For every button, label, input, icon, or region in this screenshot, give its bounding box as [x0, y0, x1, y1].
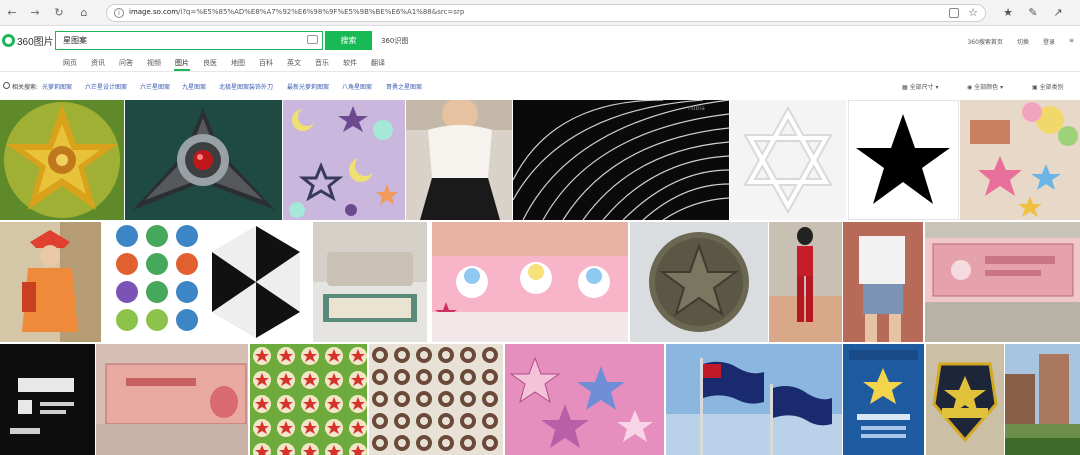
thumbnail[interactable] — [313, 222, 427, 342]
home-icon[interactable]: ⌂ — [76, 5, 92, 21]
logo[interactable]: 360图片 — [2, 33, 54, 48]
related-link[interactable]: 九星图案 — [182, 82, 206, 91]
active-tab-indicator — [174, 69, 190, 71]
image-search-link[interactable]: 360识图 — [381, 36, 408, 46]
related-link[interactable]: 最新光萝莉图案 — [287, 82, 329, 91]
info-icon[interactable]: i — [114, 8, 124, 18]
related-label: 相关搜索: — [12, 84, 39, 91]
thumbnail[interactable] — [0, 344, 95, 455]
thumbnail[interactable] — [960, 100, 1080, 220]
forward-icon[interactable]: → — [27, 5, 43, 21]
thumbnail[interactable] — [925, 222, 1080, 342]
home-link[interactable]: 360搜索首页 — [967, 37, 1002, 46]
thumbnail[interactable] — [201, 222, 311, 342]
thumbnail[interactable] — [1005, 344, 1080, 455]
camera-icon[interactable] — [307, 35, 318, 44]
color-filter-label: 全部颜色 — [974, 84, 999, 91]
collections-icon[interactable]: ✎ — [1025, 5, 1041, 21]
svg-text:nubia: nubia — [688, 105, 705, 112]
thumbnail[interactable] — [769, 222, 842, 342]
url-text[interactable]: image.so.com/i?q=%E5%85%AD%E8%A7%92%E6%9… — [129, 8, 464, 16]
thumbnail[interactable] — [250, 344, 367, 455]
switch-link[interactable]: 切换 — [1017, 37, 1029, 46]
login-link[interactable]: 登录 — [1043, 37, 1055, 46]
thumbnail[interactable] — [843, 222, 923, 342]
search-icon — [3, 82, 10, 89]
tab-web[interactable]: 网页 — [63, 58, 77, 68]
tab-news[interactable]: 资讯 — [91, 58, 105, 68]
type-filter-dropdown[interactable]: ▣ 全部类别 — [1032, 82, 1064, 91]
tab-translate[interactable]: 翻译 — [371, 58, 385, 68]
search-input[interactable]: 星图案 — [55, 31, 323, 50]
category-tabs: 网页 资讯 问答 视频 图片 良医 地图 百科 英文 音乐 软件 翻译 — [0, 54, 1080, 72]
search-query[interactable]: 星图案 — [63, 35, 87, 46]
menu-icon[interactable]: ≡ — [1069, 37, 1074, 46]
tab-qa[interactable]: 问答 — [119, 58, 133, 68]
thumbnail[interactable] — [848, 100, 959, 220]
thumbnail[interactable] — [283, 100, 405, 220]
thumbnail[interactable] — [406, 100, 512, 220]
tab-doctor[interactable]: 良医 — [203, 58, 217, 68]
related-link[interactable]: 八角星图案 — [342, 82, 372, 91]
related-link[interactable]: 哥勇之星图案 — [386, 82, 422, 91]
share-icon[interactable]: ↗ — [1050, 5, 1066, 21]
reload-icon[interactable]: ↻ — [51, 5, 67, 21]
tab-software[interactable]: 软件 — [343, 58, 357, 68]
thumbnail[interactable] — [0, 222, 101, 342]
logo-text: 360图片 — [17, 37, 54, 48]
type-filter-label: 全部类别 — [1039, 84, 1064, 91]
size-filter-label: 全部尺寸 — [909, 84, 934, 91]
browser-toolbar: ← → ↻ ⌂ i image.so.com/i?q=%E5%85%AD%E8%… — [0, 0, 1080, 26]
related-link[interactable]: 北极星图案装饰外刀 — [219, 82, 273, 91]
related-searches: 相关搜索: 光萝莉图案 六芒星设计图案 六芒星图案 九星图案 北极星图案装饰外刀… — [0, 73, 1080, 99]
thumbnail[interactable] — [125, 100, 282, 220]
bookmark-star-icon[interactable]: ☆ — [968, 6, 978, 20]
back-icon[interactable]: ← — [4, 5, 20, 21]
tab-music[interactable]: 音乐 — [315, 58, 329, 68]
reader-icon[interactable] — [949, 8, 959, 18]
thumbnail[interactable] — [103, 222, 200, 342]
tab-video[interactable]: 视频 — [147, 58, 161, 68]
related-link[interactable]: 六芒星图案 — [140, 82, 170, 91]
site-header: 360图片 星图案 搜索 360识图 360搜索首页 切换 登录 ≡ — [0, 26, 1080, 54]
thumbnail[interactable] — [505, 344, 664, 455]
thumbnail[interactable] — [730, 100, 846, 220]
thumbnail[interactable] — [0, 100, 124, 220]
search-button[interactable]: 搜索 — [325, 31, 372, 50]
image-results-grid: nubia — [0, 100, 1080, 455]
tab-images[interactable]: 图片 — [175, 58, 189, 68]
related-link[interactable]: 六芒星设计图案 — [85, 82, 127, 91]
thumbnail[interactable] — [926, 344, 1004, 455]
tab-baike[interactable]: 百科 — [259, 58, 273, 68]
tab-maps[interactable]: 地图 — [231, 58, 245, 68]
color-filter-dropdown[interactable]: ◉ 全部颜色 ▾ — [967, 82, 1003, 91]
thumbnail[interactable] — [843, 344, 924, 455]
thumbnail[interactable]: nubia — [513, 100, 729, 220]
thumbnail[interactable] — [96, 344, 248, 455]
address-bar[interactable]: i image.so.com/i?q=%E5%85%AD%E8%A7%92%E6… — [106, 4, 986, 22]
favorites-icon[interactable]: ★ — [1000, 5, 1016, 21]
related-link[interactable]: 光萝莉图案 — [42, 82, 72, 91]
thumbnail[interactable] — [630, 222, 768, 342]
thumbnail[interactable] — [432, 222, 628, 342]
header-right-links: 360搜索首页 切换 登录 ≡ — [967, 37, 1074, 46]
thumbnail[interactable] — [369, 344, 503, 455]
thumbnail[interactable] — [666, 344, 842, 455]
size-filter-dropdown[interactable]: ▦ 全部尺寸 ▾ — [902, 82, 939, 91]
tab-english[interactable]: 英文 — [287, 58, 301, 68]
logo-icon — [2, 34, 15, 47]
